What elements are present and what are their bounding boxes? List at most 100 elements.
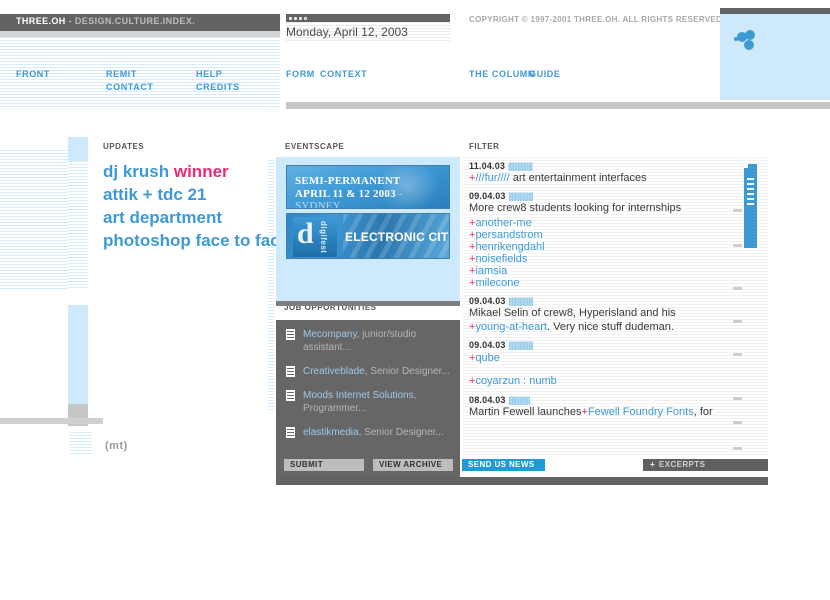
filter-entry-body: +///fur//// art entertainment interfaces (469, 172, 647, 184)
current-date: Monday, April 12, 2003 (286, 25, 408, 39)
eventscape-panel: SEMI-PERMANENT APRIL 11 & 12 2003 - SYDN… (276, 157, 460, 301)
dot-outline-icon (304, 17, 307, 20)
jobs-list: Mecompany, junior/studio assistant... Cr… (286, 328, 450, 450)
banner-vertical-text: digifest (319, 221, 328, 254)
filter-link-spacer (469, 364, 749, 375)
job-list-item[interactable]: elastikmedia, Senior Designer... (286, 426, 450, 439)
filter-scrollbar[interactable] (744, 164, 757, 248)
logo-panel (720, 8, 830, 100)
document-icon (286, 366, 295, 377)
dot-icon (294, 17, 297, 20)
filter-entry-body: More crew8 students looking for internsh… (469, 202, 682, 214)
banner-semi-permanent[interactable]: SEMI-PERMANENT APRIL 11 & 12 2003 - SYDN… (286, 165, 450, 209)
nav-group-front: FRONT (16, 68, 50, 81)
update-item[interactable]: art department (103, 206, 278, 229)
nav-group-context: CONTEXT (320, 68, 367, 81)
job-company: Mecompany (303, 329, 357, 340)
filter-entry-date: 08.04.03 |||||||||||||| (469, 395, 531, 405)
nav-item-guide[interactable]: GUIDE (529, 68, 561, 81)
send-us-news-button[interactable]: SEND US NEWS (462, 459, 545, 471)
jobs-panel: Mecompany, junior/studio assistant... Cr… (276, 320, 460, 482)
filter-entries: 11.04.03 |||||||||||||||| +///fur//// ar… (469, 161, 749, 425)
three-circles-logo-icon (734, 30, 755, 50)
excerpts-button[interactable]: + EXCERPTS (643, 459, 768, 471)
eventscape-divider (276, 301, 460, 306)
filter-link-item[interactable]: +coyarzun : numb (469, 375, 749, 387)
nav-group-column: THE COLUMN (469, 68, 535, 81)
sponsor-logo[interactable]: (mt) (105, 440, 128, 452)
nav-item-the-column[interactable]: THE COLUMN (469, 68, 535, 81)
nav-group-form: FORM (286, 68, 315, 81)
header-divider (286, 102, 830, 109)
copyright-notice: COPYRIGHT © 1997-2001 THREE.OH. ALL RIGH… (469, 15, 725, 24)
date-bar-dots (289, 17, 307, 20)
updates-list: dj krush winner attik + tdc 21 art depar… (103, 160, 289, 252)
scroll-tick (733, 421, 742, 424)
section-label-eventscape: EVENTSCAPE (285, 142, 345, 151)
scroll-tick (733, 209, 742, 212)
filter-entry: 09.04.03 |||||||||||||||| +qube +coyarzu… (469, 340, 749, 387)
update-item[interactable]: dj krush winner (103, 160, 278, 183)
nav-item-form[interactable]: FORM (286, 68, 315, 81)
decor-bar-blue-2 (68, 305, 88, 404)
filter-entry-link[interactable]: Fewell Foundry Fonts (588, 406, 694, 418)
filter-entry: 08.04.03 |||||||||||||| Martin Fewell la… (469, 395, 749, 419)
scrollbar-notch (744, 164, 748, 168)
filter-panel: 11.04.03 |||||||||||||||| +///fur//// ar… (462, 157, 768, 457)
scroll-tick (733, 320, 742, 323)
job-role: , Senior Designer... (358, 427, 444, 438)
scroll-tick (733, 244, 742, 247)
scrollbar-grip[interactable] (747, 178, 754, 206)
filter-link-item[interactable]: +milecone (469, 277, 749, 289)
document-icon (286, 390, 295, 401)
dot-icon (289, 17, 292, 20)
filter-link-item[interactable]: +persandstrom (469, 229, 749, 241)
dot-icon (299, 17, 302, 20)
filter-entry-date: 09.04.03 |||||||||||||||| (469, 296, 534, 306)
nav-group-remit: REMIT CONTACT (106, 68, 154, 94)
footer-divider (276, 477, 768, 485)
filter-entry-date: 09.04.03 |||||||||||||||| (469, 340, 534, 350)
nav-group-help: HELP CREDITS (196, 68, 240, 94)
filter-entry-link[interactable]: young-at-heart (475, 321, 547, 333)
update-item[interactable]: attik + tdc 21 (103, 183, 278, 206)
left-divider (0, 418, 103, 424)
title-bar: THREE.OH - DESIGN.CULTURE.INDEX. (0, 14, 280, 31)
job-company: elastikmedia (303, 427, 359, 438)
page-root: THREE.OH - DESIGN.CULTURE.INDEX. Monday,… (0, 0, 830, 600)
filter-entry-date: 09.04.03 |||||||||||||||| (469, 191, 534, 201)
job-role: , Senior Designer... (364, 366, 450, 377)
filter-link-item[interactable]: +iamsia (469, 265, 749, 277)
filter-entry-link[interactable]: ///fur//// (475, 172, 509, 184)
job-list-item[interactable]: Mecompany, junior/studio assistant... (286, 328, 450, 354)
digifest-mark: d digifest (293, 217, 337, 257)
scroll-tick (733, 353, 742, 356)
document-icon (286, 427, 295, 438)
nav-item-credits[interactable]: CREDITS (196, 81, 240, 94)
banner-title: ELECTRONIC CITIES (345, 230, 449, 244)
brand-title: THREE.OH - DESIGN.CULTURE.INDEX. (16, 16, 196, 26)
job-list-item[interactable]: Creativeblade, Senior Designer... (286, 365, 450, 378)
filter-link-item[interactable]: +henrikengdahl (469, 241, 749, 253)
filter-link-item[interactable]: +qube (469, 352, 749, 364)
banner-line-1: SEMI-PERMANENT (295, 175, 401, 187)
nav-item-help[interactable]: HELP (196, 68, 240, 81)
nav-item-remit[interactable]: REMIT (106, 68, 154, 81)
job-list-item[interactable]: Moods Internet Solutions, Programmer... (286, 389, 450, 415)
filter-entry-date: 11.04.03 |||||||||||||||| (469, 161, 533, 171)
scroll-tick (733, 287, 742, 290)
nav-item-context[interactable]: CONTEXT (320, 68, 367, 81)
banner-line-2: APRIL 11 & 12 2003 - SYDNEY (295, 188, 403, 209)
nav-item-front[interactable]: FRONT (16, 68, 50, 81)
filter-link-item[interactable]: +another-me (469, 217, 749, 229)
section-label-updates: UPDATES (103, 142, 145, 151)
logo-panel-topbar (720, 8, 830, 14)
filter-link-item[interactable]: +noisefields (469, 253, 749, 265)
submit-job-button[interactable]: SUBMIT (284, 459, 364, 471)
nav-item-contact[interactable]: CONTACT (106, 81, 154, 94)
banner-electronic-cities[interactable]: d digifest ELECTRONIC CITIES (286, 213, 450, 259)
update-item[interactable]: photoshop face to face (103, 229, 289, 252)
view-archive-button[interactable]: VIEW ARCHIVE (373, 459, 453, 471)
filter-entry-links: +another-me +persandstrom +henrikengdahl… (469, 217, 749, 289)
filter-entry-body: Mikael Selin of crew8, Hyperisland and h… (469, 307, 676, 333)
